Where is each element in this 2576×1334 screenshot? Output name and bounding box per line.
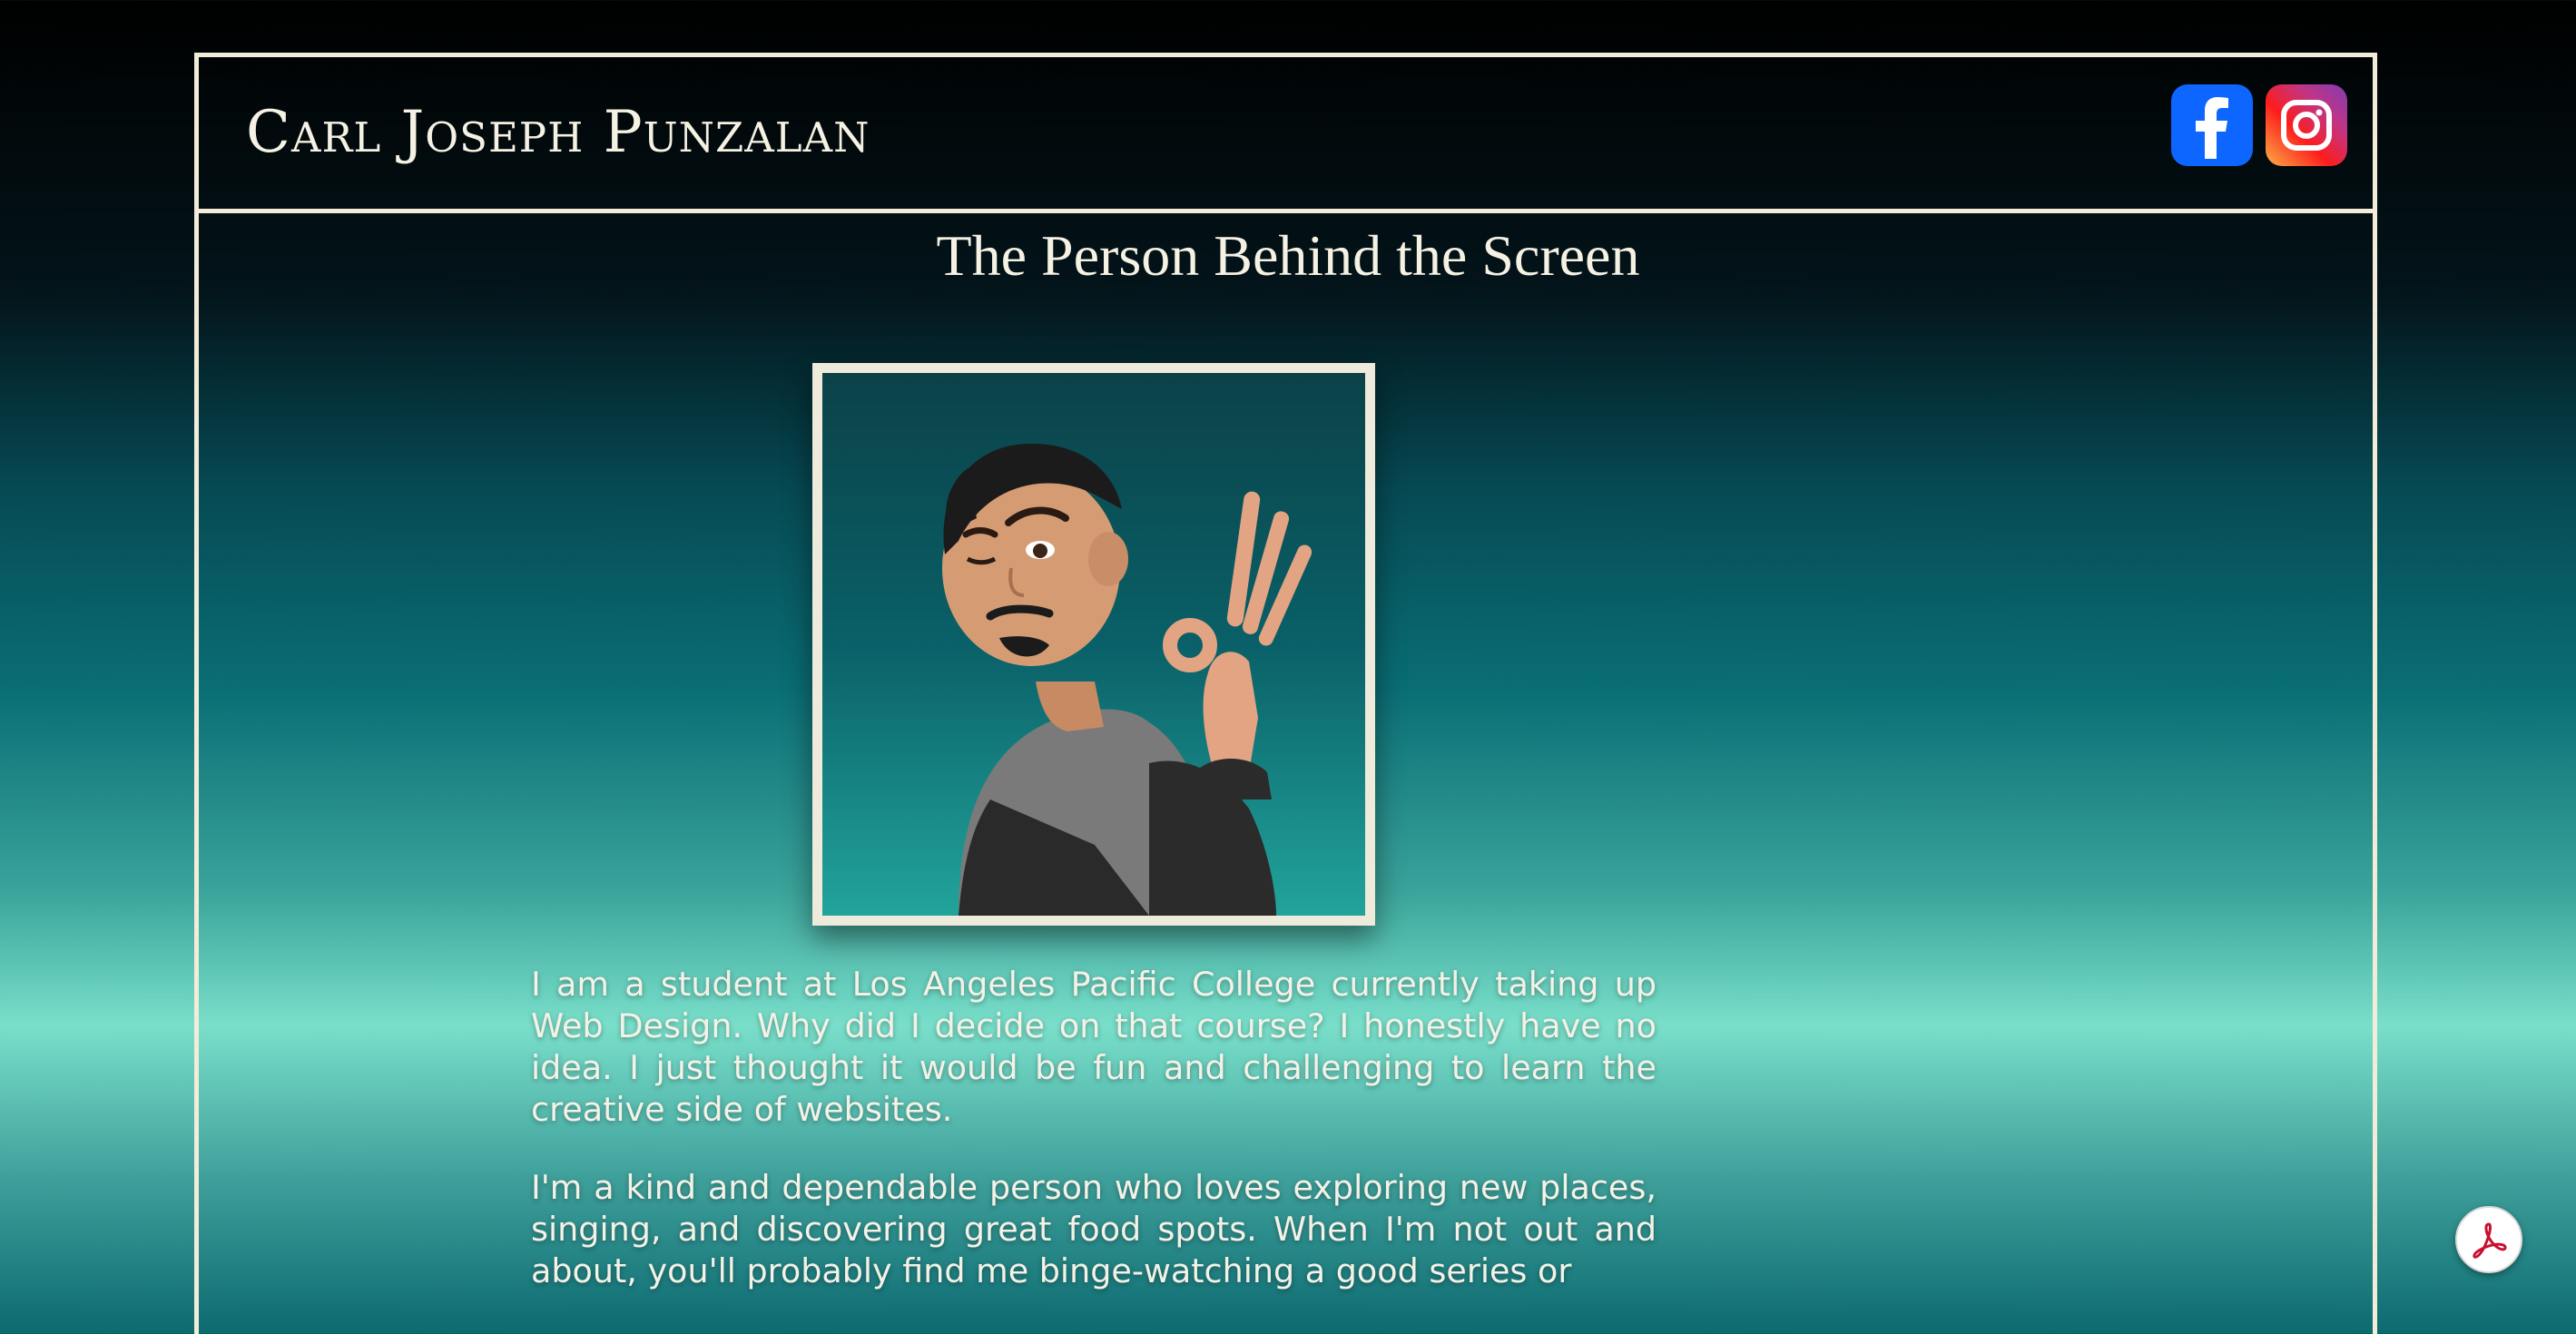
instagram-link[interactable] <box>2266 84 2347 166</box>
page-heading: The Person Behind the Screen <box>936 223 1640 288</box>
avatar-image <box>942 443 1313 916</box>
avatar-portrait <box>812 363 1375 926</box>
site-header: Carl Joseph Punzalan <box>199 57 2373 213</box>
pdf-icon <box>2473 1222 2507 1259</box>
bio-text: I am a student at Los Angeles Pacific Co… <box>531 964 1657 1329</box>
instagram-icon <box>2281 100 2332 151</box>
site-title: Carl Joseph Punzalan <box>246 99 870 166</box>
facebook-icon <box>2196 97 2228 159</box>
bio-paragraph: I'm a kind and dependable person who lov… <box>531 1168 1657 1290</box>
pdf-button[interactable] <box>2455 1206 2522 1273</box>
facebook-link[interactable] <box>2171 84 2253 166</box>
social-links <box>2171 84 2347 166</box>
bio-paragraph: I am a student at Los Angeles Pacific Co… <box>531 965 1657 1129</box>
